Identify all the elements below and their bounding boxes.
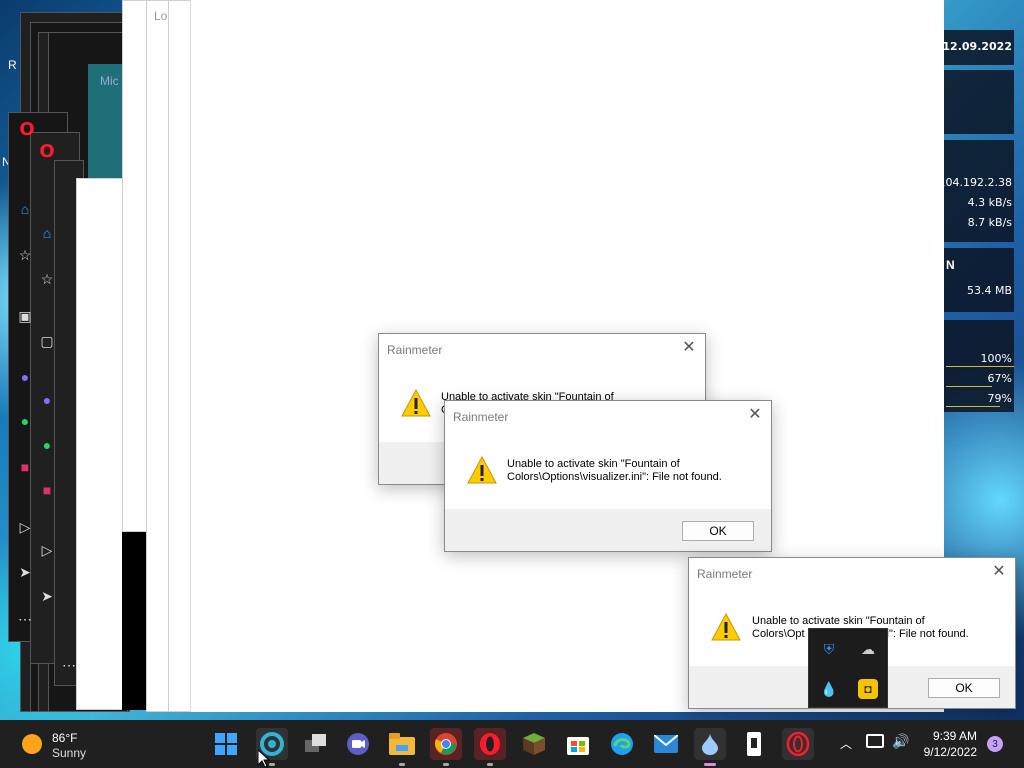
dialog-message-line1: Unable to activate skin "Fountain of: [507, 458, 680, 470]
send-icon[interactable]: ➤: [38, 587, 56, 605]
notification-badge[interactable]: 3: [987, 736, 1003, 752]
mail-icon[interactable]: [650, 728, 682, 760]
teams-chat-icon[interactable]: [342, 728, 374, 760]
dialog-title: Rainmeter: [697, 567, 753, 581]
rainmeter-bar2-line: [946, 386, 992, 387]
star-icon[interactable]: ☆: [16, 246, 34, 264]
start-icon[interactable]: [210, 728, 242, 760]
rainmeter-bar3-value: 79%: [987, 392, 1012, 405]
home-icon[interactable]: ⌂: [38, 224, 56, 242]
instagram-icon[interactable]: ■: [16, 458, 34, 476]
store-icon[interactable]: [562, 728, 594, 760]
star-icon[interactable]: ☆: [38, 270, 56, 288]
play-icon[interactable]: ▷: [38, 541, 56, 559]
warning-icon: [711, 613, 741, 641]
whatsapp-icon[interactable]: ●: [38, 436, 56, 454]
rainmeter-icon[interactable]: [694, 728, 726, 766]
warning-icon: [401, 389, 431, 417]
dialog-message-line2-left: Colors\Opt: [752, 628, 805, 640]
rainmeter-date: 12.09.2022: [942, 40, 1012, 53]
mouse-cursor: [258, 750, 270, 768]
tray-overflow-flyout: ⛨ ☁ 💧 ◘: [808, 628, 888, 708]
weather-condition[interactable]: Sunny: [52, 746, 86, 760]
rainmeter-bar1-value: 100%: [980, 352, 1012, 365]
play-icon[interactable]: ▷: [16, 518, 34, 536]
weather-temp[interactable]: 86°F: [52, 731, 77, 745]
weather-icon[interactable]: [22, 734, 42, 754]
opera-icon[interactable]: O: [38, 141, 56, 162]
rainmeter-bar1-line: [946, 366, 1014, 367]
opera-icon[interactable]: O: [18, 119, 36, 140]
task-view-icon[interactable]: [300, 728, 332, 760]
clock-date[interactable]: 9/12/2022: [924, 745, 977, 759]
volume-icon[interactable]: 🔊: [892, 733, 909, 750]
desktop-fragment-r: R: [8, 58, 17, 72]
more-icon[interactable]: ⋯: [16, 610, 34, 628]
bag-icon[interactable]: ▣: [16, 307, 34, 325]
opera-gx-icon[interactable]: [782, 728, 814, 760]
rainmeter-bar3-line: [946, 406, 1000, 407]
chevron-up-icon[interactable]: ︿: [840, 735, 852, 752]
dialog-message-line2-right: ini": File not found.: [878, 628, 969, 640]
usb-tool-icon[interactable]: [738, 728, 770, 760]
dialog-message-line2: Colors\Options\visualizer.ini": File not…: [507, 471, 722, 483]
ok-button[interactable]: OK: [682, 521, 754, 541]
clock-time[interactable]: 9:39 AM: [933, 729, 977, 743]
dialog-message-line1: Unable to activate skin "Fountain of: [752, 615, 925, 627]
defender-icon[interactable]: ⛨: [819, 639, 839, 659]
rainmeter-memory: 53.4 MB: [966, 284, 1012, 297]
bag-icon[interactable]: ▢: [38, 332, 56, 350]
rainmeter-upload: 4.3 kB/s: [967, 196, 1012, 209]
file-explorer-icon[interactable]: [386, 728, 418, 766]
dialog-title: Rainmeter: [453, 410, 509, 424]
home-icon[interactable]: ⌂: [16, 200, 34, 218]
rainmeter-net-label: N: [946, 258, 955, 272]
opera-icon[interactable]: [474, 728, 506, 766]
ok-button[interactable]: OK: [928, 678, 1000, 698]
chrome-icon[interactable]: [430, 728, 462, 766]
dialog-title: Rainmeter: [387, 343, 443, 357]
edge-icon[interactable]: [606, 728, 638, 760]
window-fragment-mic-label: Mic: [100, 74, 119, 88]
messenger-icon[interactable]: ●: [16, 368, 34, 386]
rainmeter-error-dialog-2[interactable]: Rainmeter ✕ Unable to activate skin "Fou…: [444, 400, 772, 552]
rainmeter-ip: 104.192.2.38: [938, 176, 1012, 189]
close-icon[interactable]: ✕: [991, 564, 1007, 580]
send-icon[interactable]: ➤: [16, 563, 34, 581]
warning-icon: [467, 456, 497, 484]
minecraft-icon[interactable]: [518, 728, 550, 760]
rainmeter-panel-2: [944, 70, 1014, 134]
dialog-message: Unable to activate skin "Fountain of Col…: [507, 458, 722, 484]
rainmeter-download: 8.7 kB/s: [967, 216, 1012, 229]
window-title-fragment: Lo: [154, 9, 168, 23]
rainmeter-bar2-value: 67%: [987, 372, 1012, 385]
onedrive-off-icon[interactable]: ☁: [858, 639, 878, 659]
messenger-icon[interactable]: ●: [38, 391, 56, 409]
close-icon[interactable]: ✕: [681, 340, 697, 356]
rainmeter-drop-icon[interactable]: 💧: [819, 679, 839, 699]
instagram-icon[interactable]: ■: [38, 481, 56, 499]
bluetooth-icon[interactable]: ◘: [858, 679, 878, 699]
network-icon[interactable]: [866, 734, 884, 748]
close-icon[interactable]: ✕: [747, 407, 763, 423]
whatsapp-icon[interactable]: ●: [16, 412, 34, 430]
